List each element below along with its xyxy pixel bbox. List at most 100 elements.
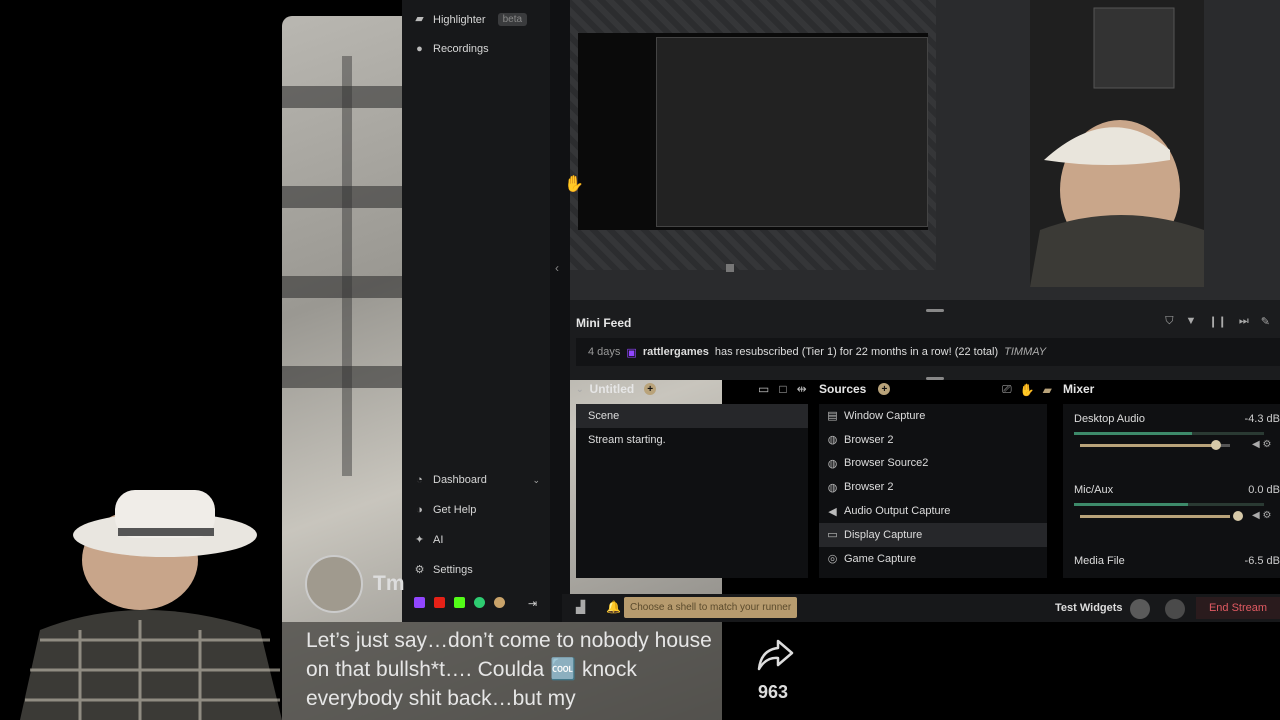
sources-list: ▤ Window Capture ◍ Browser 2 ◍ Browser Sour… bbox=[819, 404, 1047, 578]
help-icon: ◑ bbox=[416, 503, 423, 516]
square-icon[interactable]: □ bbox=[779, 382, 786, 396]
transition-icon[interactable]: ⇹ bbox=[797, 382, 807, 396]
source-item[interactable]: ◍ Browser 2 bbox=[819, 428, 1047, 452]
speaker-icon: ◀ bbox=[828, 505, 837, 518]
nav-item-dashboard[interactable]: ◔ Dashboard ⌄ bbox=[414, 474, 540, 486]
nav-item-label: Settings bbox=[433, 564, 473, 576]
globe-icon: ◍ bbox=[827, 434, 838, 447]
platform-icons: ⇥ bbox=[414, 597, 542, 610]
twitch-icon: ▣ bbox=[626, 346, 637, 359]
volume-slider[interactable] bbox=[1080, 440, 1230, 450]
record-button[interactable] bbox=[1130, 599, 1150, 619]
source-tools: ⎚ ✋ ▰ bbox=[1002, 382, 1052, 397]
panel-drag-handle[interactable] bbox=[926, 309, 944, 312]
globe-icon: ◍ bbox=[827, 457, 838, 470]
panel-drag-handle[interactable] bbox=[926, 377, 944, 380]
channel-db: -6.5 dB bbox=[1244, 555, 1280, 567]
scenes-header: ⌄ Untitled + bbox=[576, 382, 657, 396]
scene-item[interactable]: Scene bbox=[576, 404, 808, 428]
alert-icon[interactable]: 🔔 bbox=[606, 600, 621, 614]
resize-handle[interactable] bbox=[726, 264, 734, 272]
speaker-icon[interactable]: ◀ ⚙ bbox=[1252, 439, 1271, 450]
source-item[interactable]: ◍ Browser 2 bbox=[819, 475, 1047, 499]
end-stream-button[interactable]: End Stream bbox=[1196, 597, 1280, 619]
webcam-streamer bbox=[0, 480, 282, 720]
speaker-icon[interactable]: ◀ ⚙ bbox=[1252, 510, 1271, 521]
volume-slider[interactable] bbox=[1080, 511, 1243, 521]
mixer-header: Mixer bbox=[1063, 382, 1094, 396]
monitor-icon[interactable]: ▭ bbox=[758, 382, 769, 396]
window-icon: ▤ bbox=[827, 410, 838, 423]
kick-icon[interactable] bbox=[454, 597, 465, 608]
mixer-list: Desktop Audio -4.3 dB ◀ ⚙ Mic/Aux 0.0 dB… bbox=[1063, 404, 1280, 578]
shield-icon[interactable]: ⛉ bbox=[1165, 315, 1173, 328]
source-label: Window Capture bbox=[844, 409, 926, 422]
twitch-icon[interactable] bbox=[414, 597, 425, 608]
source-item[interactable]: ▤ Window Capture bbox=[819, 404, 1047, 428]
chevron-down-icon[interactable]: ⌄ bbox=[576, 384, 584, 395]
channel-db: -4.3 dB bbox=[1244, 413, 1280, 425]
test-widgets-button[interactable]: Test Widgets bbox=[1055, 602, 1123, 614]
channel-name: Mic/Aux bbox=[1074, 484, 1114, 496]
theme-hint-button[interactable]: Choose a shell to match your runner bbox=[624, 597, 798, 618]
event-user[interactable]: rattlergames bbox=[643, 346, 709, 358]
share-icon[interactable] bbox=[756, 638, 794, 672]
nav-item-settings[interactable]: ⚙ Settings bbox=[414, 564, 473, 576]
sidebar-collapse[interactable]: ‹ bbox=[550, 0, 570, 622]
source-item[interactable]: ◀ Audio Output Capture bbox=[819, 499, 1047, 523]
sources-header: Sources + bbox=[819, 382, 891, 396]
dashboard-icon: ◔ bbox=[416, 473, 423, 486]
globe-icon[interactable] bbox=[494, 597, 505, 608]
source-label: Browser Source2 bbox=[844, 457, 929, 470]
record-icon: ● bbox=[416, 42, 423, 55]
folder-icon[interactable]: ▰ bbox=[1043, 383, 1052, 397]
share-count: 963 bbox=[758, 682, 789, 702]
event-time: 4 days bbox=[588, 346, 621, 358]
source-label: Browser 2 bbox=[844, 433, 894, 446]
mute-alerts-icon[interactable]: ✎ bbox=[1261, 315, 1270, 328]
status-footer: ▟ 🔔 Choose a shell to match your runner … bbox=[562, 594, 1280, 622]
mini-feed-title: Mini Feed bbox=[576, 316, 632, 330]
skip-icon[interactable]: ⏭ bbox=[1239, 315, 1249, 328]
gamepad-icon: ◎ bbox=[827, 553, 838, 566]
source-item[interactable]: ◎ Game Capture bbox=[819, 547, 1047, 571]
output-preview bbox=[1030, 0, 1204, 287]
scene-item[interactable]: Stream starting. bbox=[576, 428, 808, 452]
scene-collection-name[interactable]: Untitled bbox=[590, 382, 635, 396]
nav-item-get-help[interactable]: ◑ Get Help bbox=[414, 504, 476, 516]
filter-icon[interactable]: ▼ bbox=[1186, 315, 1197, 328]
nav-item-highlighter[interactable]: ▰ Highlighter beta bbox=[414, 13, 528, 26]
add-scene-icon[interactable]: + bbox=[644, 383, 657, 395]
nav-item-recordings[interactable]: ● Recordings bbox=[414, 42, 488, 55]
app-store-icon[interactable] bbox=[474, 597, 485, 608]
avatar bbox=[305, 555, 363, 613]
stats-icon[interactable]: ▟ bbox=[576, 600, 585, 614]
scene-tools: ▭ □ ⇹ bbox=[758, 382, 807, 396]
source-item[interactable]: ▭ Display Capture bbox=[819, 522, 1047, 547]
hand-icon[interactable]: ✋ bbox=[1020, 383, 1035, 397]
add-source-icon[interactable]: + bbox=[878, 383, 891, 395]
overlay-username: Tm bbox=[373, 572, 405, 595]
globe-icon: ◍ bbox=[827, 481, 838, 494]
replay-buffer-button[interactable] bbox=[1165, 599, 1185, 619]
sources-title: Sources bbox=[819, 382, 867, 396]
mini-feed-panel: Mini Feed ⛉ ▼ ❙❙ ⏭ ✎ 4 days ▣ rattlergam… bbox=[570, 300, 1280, 380]
event-channel: TIMMAY bbox=[1004, 346, 1047, 358]
channel-db: 0.0 dB bbox=[1248, 484, 1280, 496]
collapse-nav-icon[interactable]: ⇥ bbox=[528, 597, 542, 610]
editor-canvas-area bbox=[570, 0, 1280, 300]
sparkle-icon: ✦ bbox=[414, 533, 425, 546]
youtube-icon[interactable] bbox=[434, 597, 445, 608]
nav-item-label: Dashboard bbox=[433, 474, 487, 486]
hand-cursor-icon: ✋ bbox=[564, 176, 584, 193]
pause-icon[interactable]: ❙❙ bbox=[1208, 315, 1226, 328]
source-label: Audio Output Capture bbox=[844, 505, 951, 518]
nav-item-label: Get Help bbox=[433, 504, 477, 516]
film-icon: ▰ bbox=[415, 13, 424, 25]
scene-canvas[interactable] bbox=[570, 0, 936, 272]
source-item[interactable]: ◍ Browser Source2 bbox=[819, 452, 1047, 476]
level-meter bbox=[1074, 503, 1264, 506]
overlay-caption: Let’s just say…don’t come to nobody hous… bbox=[306, 629, 712, 710]
nav-item-ai[interactable]: ✦ AI bbox=[414, 533, 444, 546]
select-icon[interactable]: ⎚ bbox=[1002, 382, 1012, 397]
